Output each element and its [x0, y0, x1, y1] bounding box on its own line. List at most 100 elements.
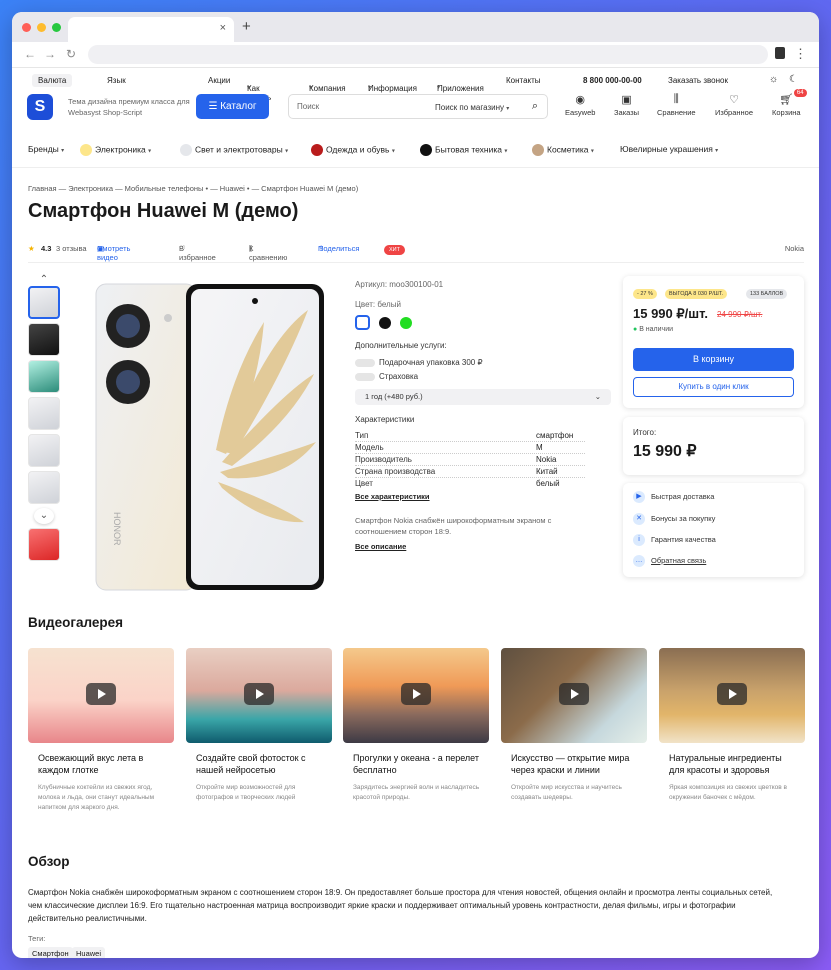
- light-theme-icon[interactable]: ☼: [769, 74, 778, 85]
- search-scope-select[interactable]: Поиск по магазину ▾: [435, 103, 509, 112]
- cart-icon: 🛒︎ 64: [772, 89, 807, 106]
- url-input[interactable]: [88, 45, 768, 64]
- video-title[interactable]: Искусство — открытие мира через краски и…: [511, 752, 641, 776]
- new-tab-button[interactable]: +: [242, 18, 251, 35]
- play-icon[interactable]: [244, 683, 274, 705]
- thumbnail[interactable]: [28, 471, 60, 504]
- browser-menu-icon[interactable]: ⋮: [794, 46, 807, 62]
- video-card[interactable]: Натуральные ингредиенты для красоты и зд…: [659, 648, 805, 803]
- maximize-window-button[interactable]: [52, 23, 61, 32]
- play-icon[interactable]: [401, 683, 431, 705]
- video-card[interactable]: Искусство — открытие мира через краски и…: [501, 648, 647, 803]
- category-brands[interactable]: Бренды ▾: [28, 144, 64, 154]
- thumbnail[interactable]: [28, 286, 60, 319]
- logo[interactable]: S: [27, 94, 53, 120]
- color-swatch-black[interactable]: [379, 316, 392, 329]
- play-icon[interactable]: [717, 683, 747, 705]
- sku: Артикул: moo300100-01: [355, 280, 444, 289]
- thumbnail[interactable]: [28, 397, 60, 430]
- forward-icon[interactable]: →: [44, 47, 56, 61]
- service-gift[interactable]: Подарочная упаковка 300 ₽: [355, 358, 483, 367]
- video-thumbnail[interactable]: [28, 648, 174, 743]
- util-link-promo[interactable]: Акции: [208, 76, 230, 85]
- category-appliances[interactable]: Бытовая техника ▾: [420, 144, 507, 156]
- play-icon[interactable]: [559, 683, 589, 705]
- category-cosmetics[interactable]: Косметика ▾: [532, 144, 594, 156]
- benefit-badge: ВЫГОДА 8 030 Р/ШТ.: [665, 289, 728, 299]
- gallery-title: Видеогалерея: [28, 615, 124, 630]
- video-card[interactable]: Прогулки у океана - а перелет бесплатно …: [343, 648, 489, 803]
- header-compare[interactable]: ⫼ Сравнение: [657, 93, 696, 117]
- extension-icon[interactable]: [775, 47, 785, 59]
- header-favorites[interactable]: ♡ Избранное: [715, 93, 753, 117]
- header-account[interactable]: ◉ Easyweb: [565, 93, 595, 117]
- breadcrumb[interactable]: Главная — Электроника — Мобильные телефо…: [28, 184, 358, 193]
- truck-icon: ▶: [633, 491, 645, 503]
- video-card[interactable]: Освежающий вкус лета в каждом глотке Клу…: [28, 648, 174, 813]
- reload-icon[interactable]: ↻: [66, 47, 76, 61]
- video-title[interactable]: Освежающий вкус лета в каждом глотке: [38, 752, 168, 776]
- address-bar-row: ← → ↻ ⋮: [12, 42, 819, 68]
- feature-quality: i Гарантия качества: [633, 534, 716, 546]
- thumbs-up-icon[interactable]: ⌃: [28, 274, 60, 286]
- thumbnail[interactable]: [28, 528, 60, 561]
- callback-link[interactable]: Заказать звонок: [668, 76, 728, 85]
- video-title[interactable]: Натуральные ингредиенты для красоты и зд…: [669, 752, 799, 776]
- product-actions-row: ★ 4.3 3 отзыва ▣ Смотреть видео ♡ В избр…: [28, 244, 804, 262]
- thumbnail[interactable]: [28, 323, 60, 356]
- catalog-button[interactable]: ☰ Каталог: [196, 94, 269, 119]
- service-insurance[interactable]: Страховка: [355, 372, 418, 381]
- price: 15 990 ₽/шт.: [633, 306, 708, 321]
- category-lighting[interactable]: Свет и электротовары ▾: [180, 144, 288, 156]
- category-jewelry[interactable]: Ювелирные украшения ▾: [620, 144, 718, 154]
- video-title[interactable]: Создайте свой фотосток с нашей нейросеть…: [196, 752, 326, 776]
- toggle-switch[interactable]: [355, 372, 375, 381]
- phone-number[interactable]: 8 800 000-00-00: [583, 76, 642, 85]
- one-click-buy-button[interactable]: Купить в один клик: [633, 377, 794, 397]
- header-orders[interactable]: ▣ Заказы: [614, 93, 639, 117]
- tag[interactable]: Huawei: [72, 947, 106, 958]
- all-specs-link[interactable]: Все характеристики: [355, 492, 430, 501]
- stock-status: ● В наличии: [633, 326, 674, 333]
- language-select[interactable]: Язык: [107, 76, 126, 85]
- thumbnail[interactable]: [28, 360, 60, 393]
- back-icon[interactable]: ←: [24, 47, 36, 61]
- toggle-switch[interactable]: [355, 358, 375, 367]
- tag[interactable]: Смартфон: [28, 947, 73, 958]
- play-icon[interactable]: [86, 683, 116, 705]
- currency-select[interactable]: Валюта: [32, 74, 73, 87]
- minimize-window-button[interactable]: [37, 23, 46, 32]
- discount-badge: - 27 %: [633, 289, 657, 299]
- browser-tab[interactable]: ×: [68, 17, 234, 42]
- site-header: S Тема дизайна премиум класса для Webasy…: [12, 89, 819, 130]
- brand-label[interactable]: Nokia: [785, 244, 804, 253]
- color-swatches: [355, 315, 417, 330]
- warranty-select[interactable]: 1 год (+480 руб.) ⌄: [355, 389, 611, 405]
- video-card[interactable]: Создайте свой фотосток с нашей нейросеть…: [186, 648, 332, 803]
- add-to-cart-button[interactable]: В корзину: [633, 348, 794, 371]
- thumbnail[interactable]: [28, 434, 60, 467]
- total-box: Итого: 15 990 ₽: [623, 417, 804, 475]
- all-description-link[interactable]: Все описание: [355, 542, 406, 551]
- product-image[interactable]: HONOR: [94, 282, 326, 592]
- thumbs-down-icon[interactable]: ⌄: [34, 508, 54, 524]
- search-icon[interactable]: ⌕: [532, 100, 538, 113]
- reviews-link[interactable]: 3 отзыва: [56, 244, 87, 253]
- dark-theme-icon[interactable]: ☾: [789, 74, 798, 85]
- category-clothing[interactable]: Одежда и обувь ▾: [311, 144, 395, 156]
- close-tab-icon[interactable]: ×: [220, 22, 226, 34]
- category-electronics[interactable]: Электроника ▾: [80, 144, 151, 156]
- feature-feedback[interactable]: … Обратная связь: [633, 555, 706, 567]
- video-thumbnail[interactable]: [659, 648, 805, 743]
- heart-icon: ♡: [729, 94, 739, 106]
- close-window-button[interactable]: [22, 23, 31, 32]
- video-title[interactable]: Прогулки у океана - а перелет бесплатно: [353, 752, 483, 776]
- search-input[interactable]: [297, 102, 417, 111]
- color-swatch-white[interactable]: [355, 315, 370, 330]
- header-cart[interactable]: 🛒︎ 64 Корзина: [772, 89, 807, 117]
- video-thumbnail[interactable]: [343, 648, 489, 743]
- video-thumbnail[interactable]: [501, 648, 647, 743]
- util-link-contacts[interactable]: Контакты: [506, 76, 541, 85]
- video-thumbnail[interactable]: [186, 648, 332, 743]
- color-swatch-green[interactable]: [400, 316, 413, 329]
